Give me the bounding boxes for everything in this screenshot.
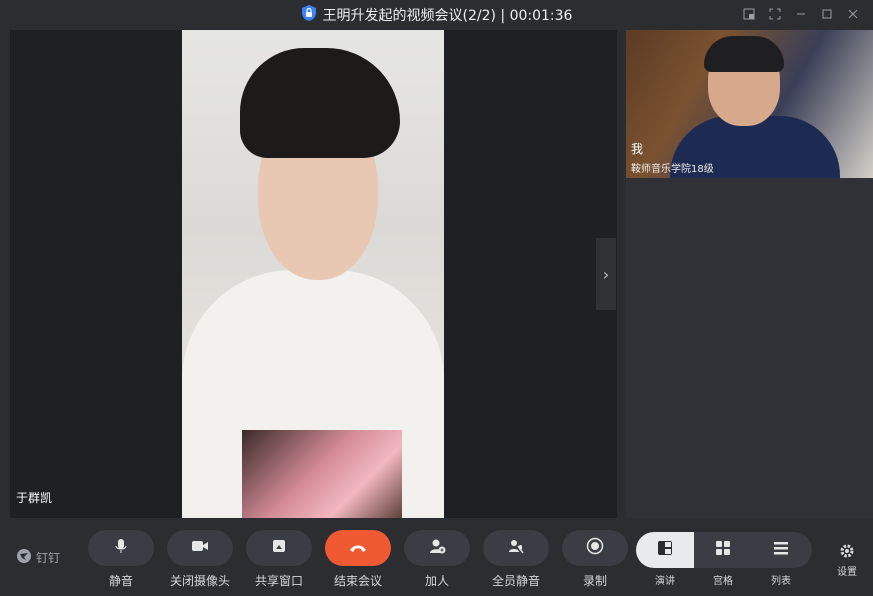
add-person-label: 加人 [424, 574, 449, 588]
end-meeting-label: 结束会议 [333, 574, 382, 588]
self-subtitle-label: 鞍师音乐学院18级 [631, 164, 714, 175]
maximize-icon[interactable] [819, 6, 835, 22]
view-grid-button[interactable] [694, 532, 752, 568]
titlebar: 王明升发起的视频会议(2/2) | 00:01:36 [0, 0, 873, 30]
hang-up-icon [348, 539, 368, 558]
settings-label: 设置 [837, 567, 857, 578]
bottom-toolbar: 钉钉 静音 关闭摄像头 共享窗口 结束会议 加人 全员静音 录制 演讲 宫格 列… [0, 518, 873, 596]
view-list-label: 列表 [771, 576, 791, 587]
next-page-button[interactable]: › [596, 238, 616, 310]
video-camera-icon [190, 538, 210, 558]
self-name-label: 我 [631, 142, 644, 156]
mute-all-icon [507, 537, 525, 559]
mute-all-label: 全员静音 [491, 574, 540, 588]
speaker-hair [240, 48, 400, 158]
participant-panel: 我 鞍师音乐学院18级 [626, 30, 873, 518]
add-person-control[interactable]: 加人 [404, 530, 470, 589]
grid-view-icon [714, 539, 732, 561]
view-speaker-label: 演讲 [655, 576, 675, 587]
window-controls [741, 6, 861, 22]
camera-control[interactable]: 关闭摄像头 [167, 530, 233, 589]
record-icon [586, 537, 604, 559]
minimize-icon[interactable] [793, 6, 809, 22]
dingtalk-logo: 钉钉 [16, 548, 60, 567]
gear-icon[interactable] [838, 544, 856, 563]
shirt-print [242, 430, 402, 518]
mute-all-control[interactable]: 全员静音 [483, 530, 549, 589]
camera-label: 关闭摄像头 [169, 574, 230, 588]
mute-all-button[interactable] [483, 530, 549, 566]
view-mode-switch [636, 532, 812, 568]
meeting-title: 王明升发起的视频会议(2/2) | 00:01:36 [322, 8, 573, 24]
dingtalk-icon [16, 548, 32, 567]
speaker-video [182, 30, 444, 518]
share-window-button[interactable] [246, 530, 312, 566]
main-video-area: 于群凯 [10, 30, 617, 518]
logo-text: 钉钉 [36, 551, 61, 565]
end-meeting-button[interactable] [325, 530, 391, 566]
record-button[interactable] [562, 530, 628, 566]
view-mode-labels: 演讲 宫格 列表 [636, 572, 812, 587]
self-video[interactable]: 我 鞍师音乐学院18级 [626, 30, 873, 178]
record-control[interactable]: 录制 [562, 530, 628, 589]
end-meeting-control[interactable]: 结束会议 [325, 530, 391, 589]
list-view-icon [772, 539, 790, 561]
add-person-button[interactable] [404, 530, 470, 566]
view-grid-label: 宫格 [713, 576, 733, 587]
mute-control[interactable]: 静音 [88, 530, 154, 589]
view-list-button[interactable] [752, 532, 810, 568]
speaker-view-icon [656, 539, 674, 561]
camera-off-button[interactable] [167, 530, 233, 566]
shield-icon [301, 4, 317, 26]
share-screen-icon [270, 537, 288, 559]
microphone-icon [112, 537, 130, 559]
pin-window-icon[interactable] [741, 6, 757, 22]
speaker-name-label: 于群凯 [16, 491, 53, 505]
settings-control[interactable]: 设置 [830, 542, 864, 578]
self-hair [704, 36, 784, 72]
add-user-icon [428, 537, 446, 559]
close-icon[interactable] [845, 6, 861, 22]
view-speaker-button[interactable] [636, 532, 694, 568]
record-label: 录制 [582, 574, 607, 588]
fullscreen-icon[interactable] [767, 6, 783, 22]
share-control[interactable]: 共享窗口 [246, 530, 312, 589]
mute-label: 静音 [108, 574, 133, 588]
chevron-right-icon: › [602, 264, 610, 284]
mute-button[interactable] [88, 530, 154, 566]
share-label: 共享窗口 [254, 574, 303, 588]
